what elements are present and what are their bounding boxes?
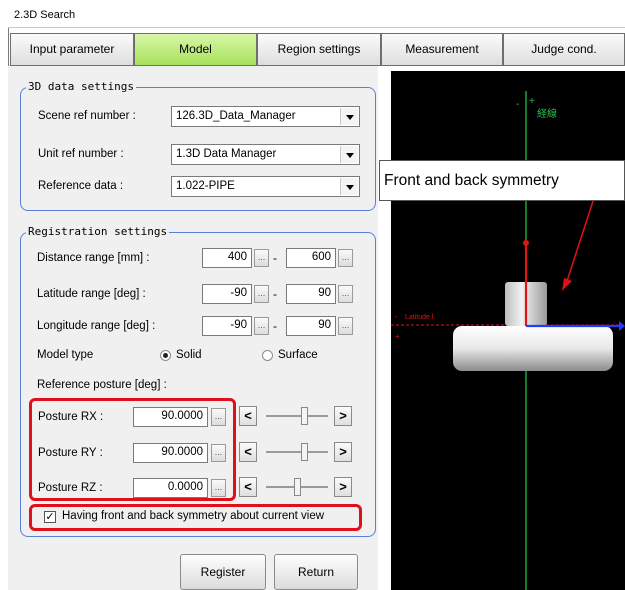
posture-rx-decrement[interactable]: < (239, 406, 257, 426)
chevron-down-icon[interactable] (340, 146, 358, 163)
distance-min-field[interactable]: 400 (202, 248, 252, 268)
reference-data-value: 1.022-PIPE (176, 180, 235, 192)
reference-data-label: Reference data : (38, 180, 124, 192)
chevron-down-icon[interactable] (340, 108, 358, 125)
tab-region-settings[interactable]: Region settings (257, 33, 381, 66)
longitude-max-field[interactable]: 90 (286, 316, 336, 336)
latitude-label: Latitude range [deg] : (37, 288, 146, 300)
scene-ref-select[interactable]: 126.3D_Data_Manager (171, 106, 360, 127)
posture-highlight-box (29, 398, 236, 501)
posture-rx-increment[interactable]: > (334, 406, 352, 426)
reference-posture-label: Reference posture [deg] : (37, 379, 167, 391)
posture-rz-slider[interactable] (266, 477, 328, 497)
window-title: 2.3D Search (14, 9, 76, 21)
latitude-min-field[interactable]: -90 (202, 284, 252, 304)
model-x-axis-arrow (619, 321, 625, 331)
distance-label: Distance range [mm] : (37, 252, 150, 264)
unit-ref-label: Unit ref number : (38, 148, 124, 160)
posture-rx-slider-thumb[interactable] (301, 407, 308, 425)
posture-ry-increment[interactable]: > (334, 442, 352, 462)
posture-rx-slider[interactable] (266, 406, 328, 426)
callout-text: Front and back symmetry (384, 172, 559, 189)
scene-ref-value: 126.3D_Data_Manager (176, 110, 296, 122)
posture-rz-slider-thumb[interactable] (294, 478, 301, 496)
reference-data-select[interactable]: 1.022-PIPE (171, 176, 360, 197)
distance-min-value: 400 (227, 251, 247, 263)
window-titlebar: 2.3D Search (8, 4, 625, 28)
tab-model[interactable]: Model (134, 33, 257, 66)
longitude-label: Longitude range [deg] : (37, 320, 156, 332)
latitude-min-value: -90 (230, 287, 247, 299)
longitude-max-value: 90 (318, 319, 331, 331)
tab-bar: Input parameter Model Region settings Me… (10, 33, 625, 66)
horizontal-axis-minus: - (395, 312, 398, 321)
data-settings-title: 3D data settings (26, 80, 136, 93)
range-separator: - (273, 251, 277, 265)
register-button[interactable]: Register (180, 554, 266, 590)
viewer-canvas: - + 経線 Latitude l - + (391, 91, 625, 590)
latitude-max-button[interactable]: ... (338, 285, 353, 303)
tab-judge-cond[interactable]: Judge cond. (503, 33, 625, 66)
longitude-min-button[interactable]: ... (254, 317, 269, 335)
tab-input-parameter[interactable]: Input parameter (10, 33, 134, 66)
latitude-max-field[interactable]: 90 (286, 284, 336, 304)
surface-radio-label[interactable]: Surface (278, 349, 318, 361)
distance-max-button[interactable]: ... (338, 249, 353, 267)
model-z-axis-tip (523, 240, 529, 246)
longitude-min-field[interactable]: -90 (202, 316, 252, 336)
posture-ry-slider[interactable] (266, 442, 328, 462)
range-separator: - (273, 287, 277, 301)
symmetry-checkbox[interactable]: ✓ (44, 511, 56, 523)
longitude-max-button[interactable]: ... (338, 317, 353, 335)
range-separator: - (273, 319, 277, 333)
surface-radio[interactable] (262, 350, 273, 361)
pipe-body (453, 326, 613, 371)
registration-title: Registration settings (26, 225, 170, 238)
latitude-max-value: 90 (318, 287, 331, 299)
callout-arrow-line (566, 197, 595, 282)
horizontal-axis-label: Latitude l (405, 314, 434, 321)
symmetry-label[interactable]: Having front and back symmetry about cur… (62, 510, 324, 522)
distance-min-button[interactable]: ... (254, 249, 269, 267)
longitude-min-value: -90 (230, 319, 247, 331)
distance-max-value: 600 (311, 251, 331, 263)
vertical-axis-minus: - (516, 99, 519, 110)
return-button[interactable]: Return (274, 554, 358, 590)
callout-arrow-head (562, 278, 572, 291)
model-type-label: Model type (37, 349, 94, 361)
posture-ry-decrement[interactable]: < (239, 442, 257, 462)
symmetry-callout: Front and back symmetry (379, 160, 625, 201)
vertical-axis-label: 経線 (537, 107, 557, 120)
unit-ref-select[interactable]: 1.3D Data Manager (171, 144, 360, 165)
solid-radio[interactable] (160, 350, 171, 361)
chevron-down-icon[interactable] (340, 178, 358, 195)
model-viewer[interactable]: - + 経線 Latitude l - + (391, 71, 625, 590)
vertical-axis-plus: + (529, 96, 535, 107)
tab-measurement[interactable]: Measurement (381, 33, 503, 66)
horizontal-axis-plus: + (395, 332, 400, 341)
posture-ry-slider-thumb[interactable] (301, 443, 308, 461)
scene-ref-label: Scene ref number : (38, 110, 136, 122)
unit-ref-value: 1.3D Data Manager (176, 148, 277, 160)
solid-radio-label[interactable]: Solid (176, 349, 202, 361)
latitude-min-button[interactable]: ... (254, 285, 269, 303)
posture-rz-increment[interactable]: > (334, 477, 352, 497)
posture-rz-decrement[interactable]: < (239, 477, 257, 497)
distance-max-field[interactable]: 600 (286, 248, 336, 268)
